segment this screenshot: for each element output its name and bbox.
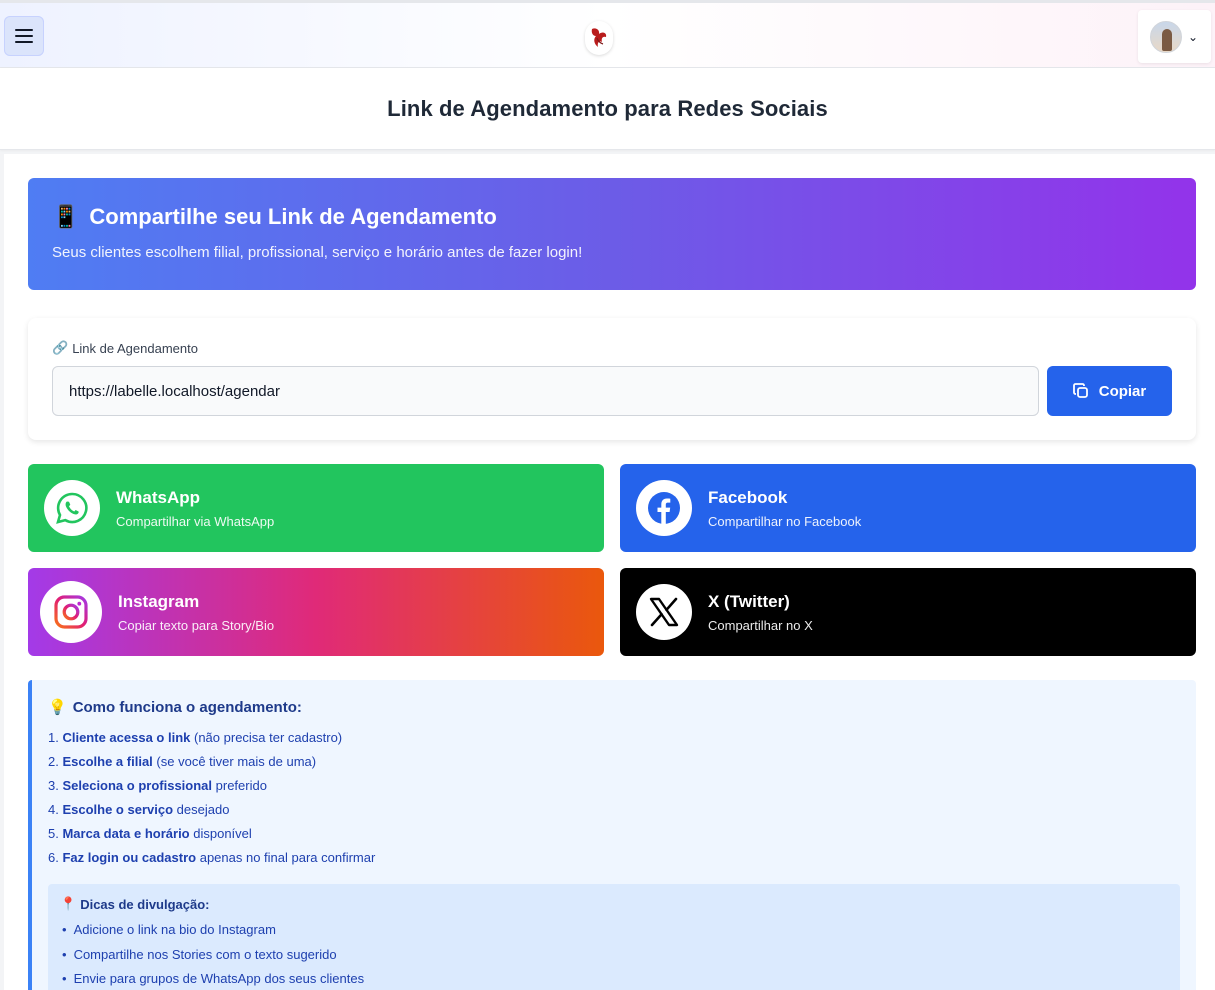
step-rest: preferido [215, 778, 267, 793]
hero-title-text: Compartilhe seu Link de Agendamento [89, 204, 497, 229]
avatar [1150, 20, 1182, 53]
step-number: 4. [48, 802, 59, 817]
hamburger-menu-button[interactable] [4, 16, 44, 56]
instagram-icon [54, 595, 88, 629]
booking-link-input[interactable] [52, 366, 1039, 416]
step-rest: disponível [193, 826, 252, 841]
chevron-down-icon: ⌄ [1188, 29, 1199, 44]
copy-button-label: Copiar [1098, 382, 1147, 400]
mobile-phone-icon: 📱 [52, 204, 80, 229]
x-icon-circle [636, 584, 692, 640]
brand-logo[interactable] [585, 21, 613, 55]
instagram-desc: Copiar texto para Story/Bio [118, 617, 275, 633]
facebook-icon [648, 492, 680, 524]
copy-icon [1072, 383, 1088, 398]
light-bulb-icon: 💡 [48, 699, 67, 716]
instagram-name: Instagram [118, 591, 200, 611]
hero-subtitle: Seus clientes escolhem filial, profissio… [52, 244, 583, 261]
whatsapp-icon [56, 492, 88, 524]
share-instagram-button[interactable]: Instagram Copiar texto para Story/Bio [28, 568, 604, 656]
step-bold: Faz login ou cadastro [62, 850, 197, 865]
x-twitter-name: X (Twitter) [708, 591, 790, 611]
tips-box: 📍 Dicas de divulgação: Adicione o link n… [48, 884, 1180, 990]
step-number: 3. [48, 778, 59, 793]
list-item: 5. Marca data e horário disponível [48, 822, 1180, 846]
share-facebook-button[interactable]: Facebook Compartilhar no Facebook [620, 464, 1196, 552]
list-item: 3. Seleciona o profissional preferido [48, 774, 1180, 798]
how-it-works-title-text: Como funciona o agendamento: [72, 698, 302, 716]
facebook-name: Facebook [708, 487, 788, 507]
list-item: Adicione o link na bio do Instagram [60, 918, 1168, 943]
step-number: 2. [48, 754, 59, 769]
step-number: 5. [48, 826, 59, 841]
tips-list: Adicione o link na bio do Instagram Comp… [60, 918, 1168, 990]
step-number: 6. [48, 850, 59, 865]
step-number: 1. [48, 730, 59, 745]
top-bar: ⌄ [0, 0, 1215, 68]
share-whatsapp-button[interactable]: WhatsApp Compartilhar via WhatsApp [28, 464, 604, 552]
menu-line [15, 29, 33, 31]
pin-icon: 📍 [60, 896, 77, 911]
hero-title: 📱 Compartilhe seu Link de Agendamento [52, 204, 1172, 230]
step-bold: Escolhe o serviço [62, 802, 174, 817]
tips-title: 📍 Dicas de divulgação: [60, 896, 1168, 912]
page-title: Link de Agendamento para Redes Sociais [387, 95, 828, 121]
step-bold: Marca data e horário [62, 826, 190, 841]
list-item: 6. Faz login ou cadastro apenas no final… [48, 846, 1180, 870]
step-bold: Seleciona o profissional [62, 778, 213, 793]
list-item: 4. Escolhe o serviço desejado [48, 798, 1180, 822]
whatsapp-icon-circle [44, 480, 100, 536]
tips-title-text: Dicas de divulgação: [80, 896, 210, 912]
step-rest: (se você tiver mais de uma) [156, 754, 317, 769]
dragon-logo-icon [591, 28, 607, 47]
list-item: Compartilhe nos Stories com o texto suge… [60, 943, 1168, 968]
step-rest: (não precisa ter cadastro) [194, 730, 343, 745]
copy-button[interactable]: Copiar [1047, 366, 1172, 416]
how-it-works-title: 💡 Como funciona o agendamento: [48, 698, 1180, 717]
step-bold: Escolhe a filial [62, 754, 153, 769]
menu-line [15, 41, 33, 43]
facebook-icon-circle [636, 480, 692, 536]
steps-list: 1. Cliente acessa o link (não precisa te… [48, 726, 1180, 870]
list-item: Envie para grupos de WhatsApp dos seus c… [60, 967, 1168, 990]
list-item: 2. Escolhe a filial (se você tiver mais … [48, 750, 1180, 774]
share-x-twitter-button[interactable]: X (Twitter) Compartilhar no X [620, 568, 1196, 656]
how-it-works-panel: 💡 Como funciona o agendamento: 1. Client… [28, 680, 1196, 990]
step-rest: apenas no final para confirmar [199, 850, 376, 865]
main-content: 📱 Compartilhe seu Link de Agendamento Se… [4, 154, 1215, 990]
hero-banner: 📱 Compartilhe seu Link de Agendamento Se… [28, 178, 1196, 290]
page-header: Link de Agendamento para Redes Sociais [0, 68, 1215, 150]
x-twitter-desc: Compartilhar no X [708, 617, 813, 633]
instagram-icon-circle [40, 581, 102, 643]
link-label-text: Link de Agendamento [72, 340, 198, 356]
list-item: 1. Cliente acessa o link (não precisa te… [48, 726, 1180, 750]
whatsapp-name: WhatsApp [116, 487, 201, 507]
step-bold: Cliente acessa o link [62, 730, 191, 745]
link-card: 🔗 Link de Agendamento Copiar [28, 318, 1196, 440]
link-icon: 🔗 [52, 340, 69, 355]
facebook-desc: Compartilhar no Facebook [708, 513, 862, 529]
link-label: 🔗 Link de Agendamento [52, 340, 1172, 356]
x-twitter-icon [649, 597, 679, 627]
step-rest: desejado [176, 802, 230, 817]
whatsapp-desc: Compartilhar via WhatsApp [116, 513, 275, 529]
menu-line [15, 35, 33, 37]
user-menu-button[interactable]: ⌄ [1138, 10, 1211, 63]
